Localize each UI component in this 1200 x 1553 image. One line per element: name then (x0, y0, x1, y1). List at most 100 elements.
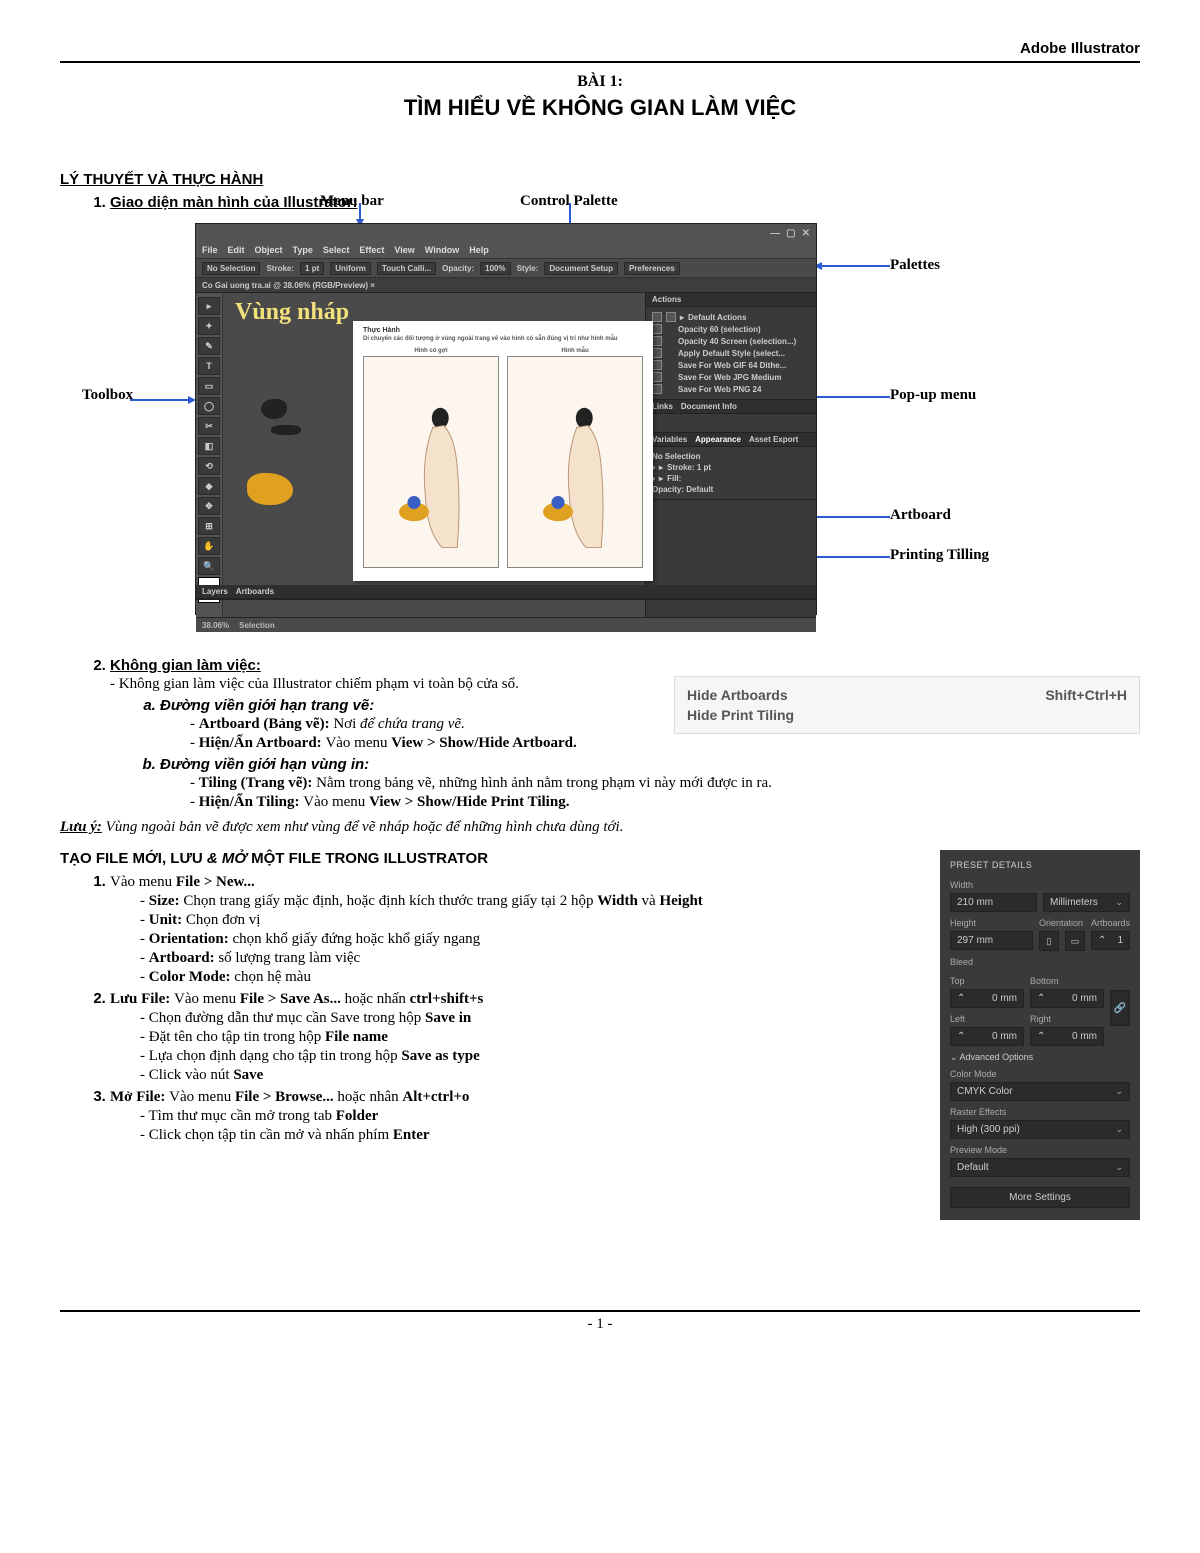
appearance-row[interactable]: Fill: (667, 474, 681, 483)
tool-icon[interactable]: ✥ (198, 497, 220, 515)
document-tab[interactable]: Co Gai uong tra.ai @ 38.06% (RGB/Preview… (196, 278, 816, 293)
colormode-select[interactable]: CMYK Color⌄ (950, 1082, 1130, 1101)
tool-icon[interactable]: ◧ (198, 437, 220, 455)
control-chip[interactable]: Touch Calli... (377, 262, 436, 275)
menu-bar[interactable]: File Edit Object Type Select Effect View… (196, 242, 816, 258)
raster-select[interactable]: High (300 ppi)⌄ (950, 1120, 1130, 1139)
appearance-row: No Selection (652, 452, 700, 461)
portrait-icon[interactable]: ▯ (1039, 931, 1059, 951)
height-label: Height (950, 918, 1033, 928)
menu-hide-artboards[interactable]: Hide Artboards (687, 687, 788, 703)
tool-icon[interactable]: ◆ (198, 477, 220, 495)
canvas-area[interactable]: Vùng nháp Thực Hành Di chuyển các đối tư… (223, 293, 645, 617)
action-item-label[interactable]: Default Actions (688, 313, 746, 322)
list-item: Đặt tên cho tập tin trong hộp File name (140, 1029, 860, 1046)
control-chip[interactable]: 1 pt (300, 262, 324, 275)
width-field[interactable]: 210 mm (950, 893, 1037, 912)
zoom-level[interactable]: 38.06% (202, 621, 229, 630)
panel-tab[interactable]: Asset Export (749, 435, 798, 444)
control-chip[interactable]: Preferences (624, 262, 680, 275)
tool-icon[interactable]: 🔍 (198, 557, 220, 575)
tool-icon[interactable]: ▸ (198, 297, 220, 315)
control-chip[interactable]: No Selection (202, 262, 260, 275)
menu-item[interactable]: Type (293, 245, 313, 255)
section1-heading: LÝ THUYẾT VÀ THỰC HÀNH (60, 171, 1140, 188)
panel-tab[interactable]: Links (652, 402, 673, 411)
bleed-right-field[interactable]: ⌃0 mm (1030, 1027, 1104, 1046)
height-field[interactable]: 297 mm (950, 931, 1033, 950)
panel-tab[interactable]: Document Info (681, 402, 737, 411)
menu-item[interactable]: View (394, 245, 414, 255)
tool-icon[interactable]: ▭ (198, 377, 220, 395)
tool-icon[interactable]: ⊞ (198, 517, 220, 535)
max-icon[interactable]: ▢ (786, 228, 795, 239)
control-chip[interactable]: Document Setup (544, 262, 618, 275)
action-item[interactable]: ▸ (680, 313, 684, 322)
min-icon[interactable]: — (770, 228, 780, 239)
more-settings-button[interactable]: More Settings (950, 1187, 1130, 1208)
list-item: Click chọn tập tin cần mở và nhấn phím E… (140, 1127, 860, 1144)
panel-tab[interactable]: Appearance (695, 435, 741, 444)
arrow-toolbox (130, 395, 200, 405)
bleed-top-field[interactable]: ⌃0 mm (950, 989, 1024, 1008)
menu-item[interactable]: Window (425, 245, 459, 255)
label-artboard: Artboard (890, 507, 951, 524)
tool-icon[interactable]: ✋ (198, 537, 220, 555)
illustrator-window: — ▢ ✕ File Edit Object Type Select Effec… (195, 223, 817, 615)
action-item-label[interactable]: Save For Web GIF 64 Dithe... (678, 361, 786, 370)
control-chip: Style: (517, 264, 539, 273)
action-item-label[interactable]: Save For Web PNG 24 (678, 385, 761, 394)
appearance-row[interactable]: Opacity: Default (652, 485, 713, 494)
bleed-bottom-field[interactable]: ⌃0 mm (1030, 989, 1104, 1008)
menu-item[interactable]: File (202, 245, 218, 255)
bleed-left-field[interactable]: ⌃0 mm (950, 1027, 1024, 1046)
status-bar: 38.06% Selection (196, 617, 816, 632)
sample-image-right (507, 356, 643, 568)
appearance-row[interactable]: Stroke: 1 pt (667, 463, 711, 472)
tool-icon[interactable]: T (198, 357, 220, 375)
close-icon[interactable]: ✕ (802, 228, 810, 239)
menu-hide-print-tiling[interactable]: Hide Print Tiling (687, 707, 794, 723)
panel-tab[interactable]: Actions (652, 295, 681, 304)
action-item-label[interactable]: Apply Default Style (select... (678, 349, 785, 358)
menu-item[interactable]: Object (255, 245, 283, 255)
panel-tab[interactable]: Layers (202, 587, 228, 596)
menu-item[interactable]: Effect (359, 245, 384, 255)
control-chip[interactable]: 100% (480, 262, 510, 275)
panel-tab[interactable]: Artboards (236, 587, 274, 596)
chevron-down-icon: ⌄ (1115, 1162, 1123, 1173)
menu-item[interactable]: Help (469, 245, 489, 255)
tool-icon[interactable]: ✦ (198, 317, 220, 335)
panels-area[interactable]: Actions ▸ Default Actions Opacity 60 (se… (645, 293, 816, 617)
tool-icon[interactable]: ⟲ (198, 457, 220, 475)
unit-select[interactable]: Millimeters⌄ (1043, 893, 1130, 912)
status-selection: Selection (239, 621, 275, 630)
link-icon[interactable]: 🔗 (1110, 990, 1130, 1026)
control-chip[interactable]: Uniform (330, 262, 371, 275)
label-toolbox: Toolbox (82, 387, 133, 404)
action-item-label[interactable]: Save For Web JPG Medium (678, 373, 781, 382)
right-caption: Hình mẫu (507, 348, 643, 354)
action-item-label[interactable]: Opacity 40 Screen (selection...) (678, 337, 796, 346)
tool-icon[interactable]: ◯ (198, 397, 220, 415)
n3-intro: Mở File: Vào menu File > Browse... hoặc … (110, 1089, 469, 1105)
tool-icon[interactable]: ✎ (198, 337, 220, 355)
menu-item[interactable]: Select (323, 245, 350, 255)
menu-item[interactable]: Edit (228, 245, 245, 255)
list-item: Chọn đường dẫn thư mục cần Save trong hộ… (140, 1010, 860, 1027)
tool-icon[interactable]: ✂ (198, 417, 220, 435)
advanced-toggle[interactable]: ⌄ Advanced Options (950, 1052, 1130, 1063)
item2-title: Không gian làm việc: (110, 657, 261, 674)
control-bar[interactable]: No Selection Stroke: 1 pt Uniform Touch … (196, 258, 816, 278)
sample-image-left (363, 356, 499, 568)
list-item: Orientation: chọn khổ giấy đứng hoặc khổ… (140, 931, 860, 948)
label-control-palette: Control Palette (520, 193, 618, 210)
panel-tab[interactable]: Variables (652, 435, 687, 444)
sub-b-title: Đường viền giới hạn vùng in: (160, 756, 369, 773)
artboards-field[interactable]: ⌃1 (1091, 931, 1130, 950)
landscape-icon[interactable]: ▭ (1065, 931, 1085, 951)
artboard-header: Thực Hành (353, 321, 653, 336)
action-item-label[interactable]: Opacity 60 (selection) (678, 325, 761, 334)
preview-select[interactable]: Default⌄ (950, 1158, 1130, 1177)
toolbox[interactable]: ▸ ✦ ✎ T ▭ ◯ ✂ ◧ ⟲ ◆ ✥ ⊞ ✋ 🔍 (196, 293, 223, 617)
